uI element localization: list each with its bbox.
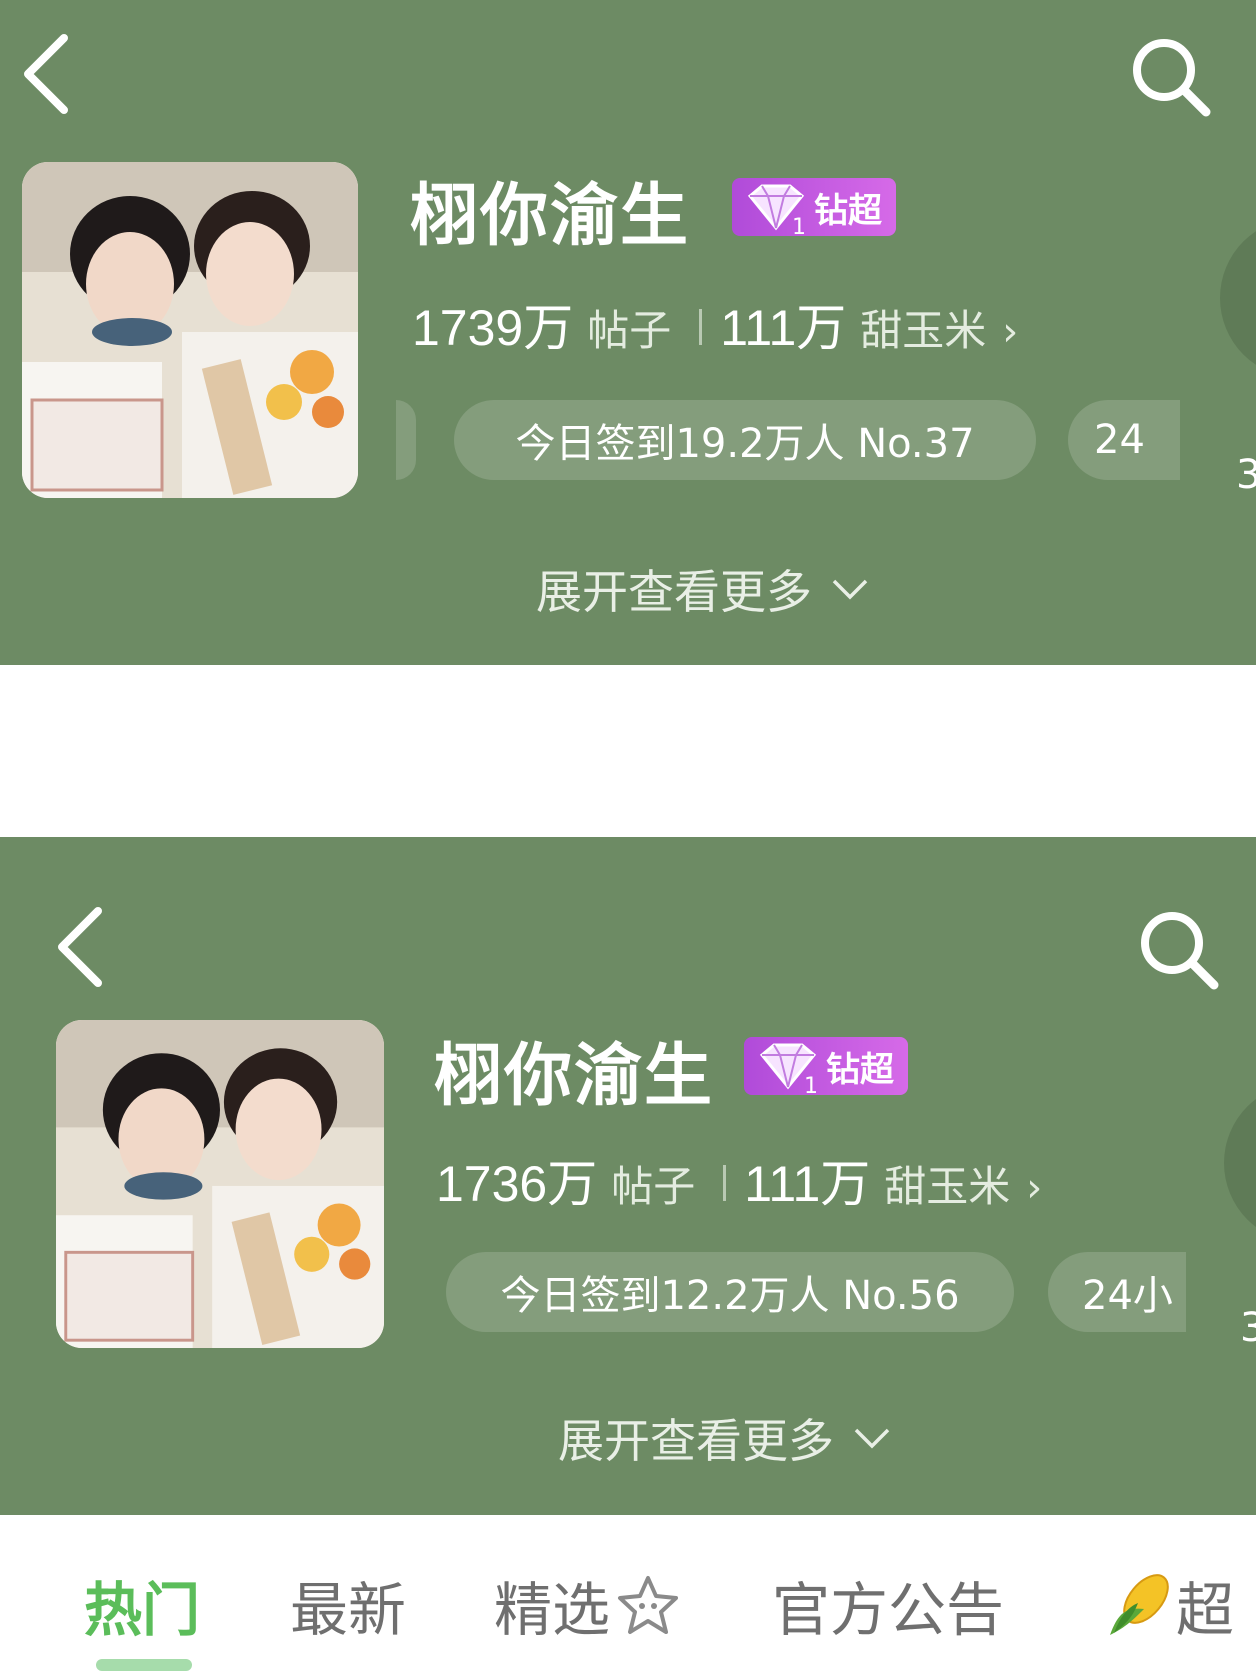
active-tab-indicator (96, 1659, 192, 1671)
checkin-pill[interactable]: 今日签到19.2万人 No.37 (454, 400, 1036, 480)
checkin-pill[interactable]: 今日签到12.2万人 No.56 (446, 1252, 1014, 1332)
search-icon[interactable] (1136, 907, 1222, 993)
tab-featured-label: 精选 (494, 1576, 611, 1644)
topic-cover-image[interactable] (22, 162, 358, 498)
chevron-down-icon (854, 1428, 890, 1449)
tab-latest[interactable]: 最新 (290, 1563, 406, 1647)
supertopic-header-2: 栩你渝生 1 钻超 1736万 帖子 111万 甜玉米 › 今日签到12.2万人… (0, 837, 1256, 1515)
topic-stats: 1739万 帖子 111万 甜玉米 › (412, 288, 1018, 360)
diamond-level-badge[interactable]: 1 钻超 (732, 178, 896, 238)
tab-corn[interactable]: 超 (1104, 1563, 1234, 1647)
expand-more-button[interactable]: 展开查看更多 (558, 1405, 892, 1471)
svg-text:1: 1 (792, 215, 806, 238)
expand-label: 展开查看更多 (536, 565, 812, 619)
tab-corn-label: 超 (1176, 1576, 1235, 1644)
chevron-right-icon[interactable]: › (1002, 309, 1018, 355)
chevron-down-icon (832, 579, 868, 600)
previous-pill-edge[interactable] (396, 400, 416, 480)
posts-label: 帖子 (587, 306, 672, 355)
expand-label: 展开查看更多 (558, 1414, 834, 1468)
side-avatar[interactable] (1220, 218, 1256, 378)
topic-stats: 1736万 帖子 111万 甜玉米 › (436, 1144, 1042, 1216)
expand-more-button[interactable]: 展开查看更多 (536, 556, 870, 622)
stats-divider (699, 309, 703, 345)
tab-bar-1: 热门 最新 精选 官方公告 超 (0, 665, 1256, 1491)
hours-pill[interactable]: 24 (1068, 400, 1180, 480)
chevron-right-icon[interactable]: › (1026, 1165, 1042, 1211)
posts-count: 1736万 (436, 1156, 598, 1212)
stats-divider (723, 1165, 727, 1201)
back-chevron-left-icon[interactable] (18, 32, 78, 122)
search-icon[interactable] (1128, 34, 1214, 120)
fans-label[interactable]: 甜玉米 (884, 1153, 1010, 1214)
diamond-level-badge[interactable]: 1 钻超 (744, 1037, 908, 1097)
hours-pill[interactable]: 24小 (1048, 1252, 1186, 1332)
corn-icon (1110, 1574, 1169, 1635)
tab-bar-2: 热门 最新 精选 官方公告 超 (0, 1515, 1256, 1676)
topic-title: 栩你渝生 (434, 1037, 715, 1116)
posts-label: 帖子 (611, 1162, 696, 1211)
side-digit: 3 (1240, 1305, 1256, 1351)
fans-label[interactable]: 甜玉米 (860, 297, 986, 358)
diamond-icon: 1 (747, 184, 806, 238)
topic-title: 栩你渝生 (410, 177, 691, 256)
diamond-icon: 1 (759, 1043, 818, 1097)
back-chevron-left-icon[interactable] (52, 905, 112, 995)
fans-count[interactable]: 111万 (744, 1144, 870, 1216)
svg-text:1: 1 (804, 1074, 818, 1097)
tab-announcements[interactable]: 官方公告 (772, 1563, 1004, 1647)
topic-cover-image[interactable] (56, 1020, 384, 1348)
supertopic-header-1: 栩你渝生 1 钻超 1739万 帖子 111万 甜玉米 › 今日签到19.2万人… (0, 0, 1256, 665)
side-avatar[interactable] (1224, 1083, 1256, 1243)
badge-label: 钻超 (814, 190, 882, 231)
side-digit: 3 (1236, 452, 1256, 498)
tab-featured[interactable]: 精选 (494, 1563, 680, 1647)
fans-count[interactable]: 111万 (720, 288, 846, 360)
tab-hot[interactable]: 热门 (84, 1563, 200, 1647)
badge-label: 钻超 (826, 1049, 894, 1090)
star-icon (618, 1576, 679, 1634)
posts-count: 1739万 (412, 300, 574, 356)
